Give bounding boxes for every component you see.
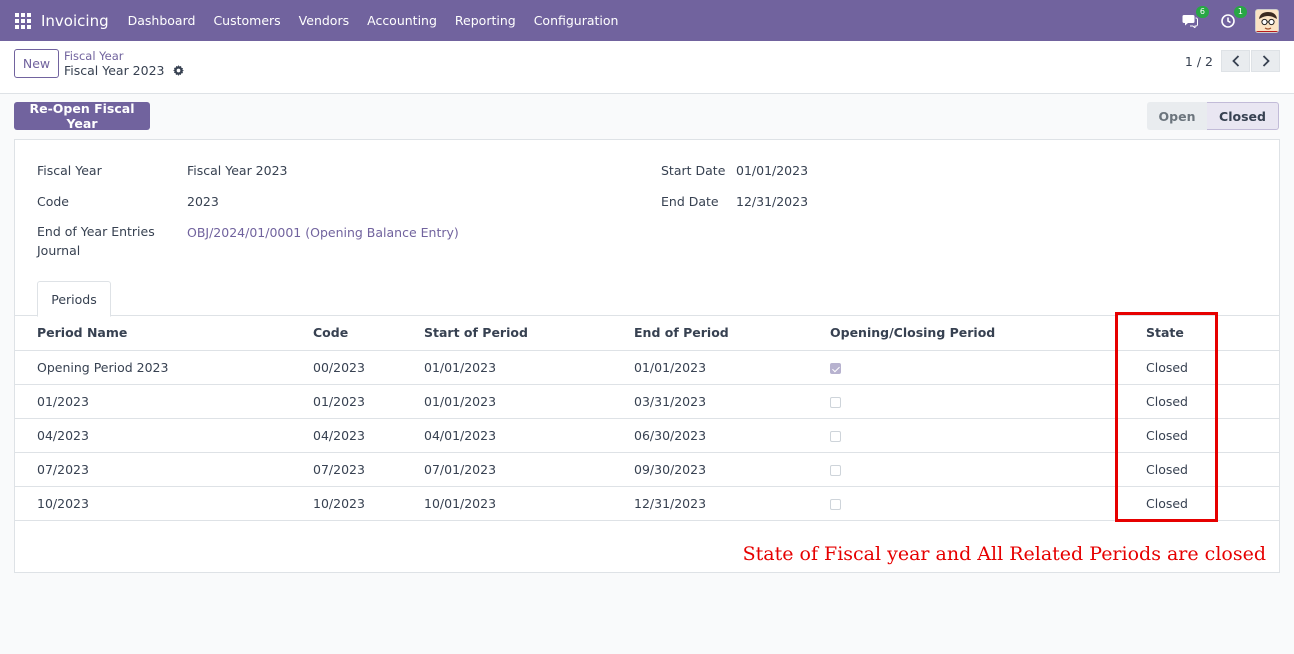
header-opening-closing-period[interactable]: Opening/Closing Period [808,316,1124,351]
tab-periods[interactable]: Periods [37,281,111,317]
status-bar: Open Closed [1147,102,1279,130]
fiscal-year-label: Fiscal Year [37,163,102,178]
header-period-name[interactable]: Period Name [15,316,291,351]
status-closed[interactable]: Closed [1207,102,1279,130]
fiscal-year-value[interactable]: Fiscal Year 2023 [187,163,288,178]
top-navbar: Invoicing Dashboard Customers Vendors Ac… [0,0,1294,41]
status-open[interactable]: Open [1147,102,1207,130]
cell-code: 10/2023 [291,486,402,521]
cell-state: Closed [1124,384,1279,419]
activity-button[interactable]: 1 [1217,5,1247,32]
reopen-fiscal-year-button[interactable]: Re-Open Fiscal Year [14,101,150,131]
cell-code: 04/2023 [291,418,402,453]
apps-grid-icon[interactable] [15,12,31,29]
cell-start: 10/01/2023 [402,486,612,521]
cell-end: 03/31/2023 [612,384,808,419]
table-row[interactable]: Opening Period 2023 00/2023 01/01/2023 0… [15,350,1279,385]
chevron-right-icon [1262,55,1270,67]
control-panel: New Fiscal Year Fiscal Year 2023 1 / 2 [0,41,1294,94]
table-row[interactable]: 01/2023 01/2023 01/01/2023 03/31/2023 Cl… [15,384,1279,419]
opening-period-checkbox[interactable] [830,430,841,442]
opening-period-checkbox[interactable] [830,362,841,374]
cell-state: Closed [1124,486,1279,521]
cell-state: Closed [1124,452,1279,487]
breadcrumb-fiscal-year[interactable]: Fiscal Year [64,49,124,63]
form-sheet: Fiscal Year Fiscal Year 2023 Code 2023 E… [14,139,1280,573]
header-state[interactable]: State [1124,316,1279,351]
cell-code: 01/2023 [291,384,402,419]
header-start-of-period[interactable]: Start of Period [402,316,612,351]
messages-badge: 6 [1195,5,1209,18]
cell-state: Closed [1124,350,1279,385]
journal-label-line2: Journal [37,243,81,258]
journal-value-link[interactable]: OBJ/2024/01/0001 (Opening Balance Entry) [187,225,459,240]
notebook-tabs: Periods [15,281,1279,317]
gear-icon[interactable] [172,65,184,76]
app-name[interactable]: Invoicing [41,12,109,30]
start-date-label: Start Date [661,163,726,178]
end-date-value[interactable]: 12/31/2023 [736,194,808,209]
messages-button[interactable]: 6 [1179,5,1209,32]
end-date-label: End Date [661,194,719,209]
cell-code: 07/2023 [291,452,402,487]
record-title-text: Fiscal Year 2023 [64,63,165,78]
chat-icon [1182,14,1198,28]
cell-period-name: 07/2023 [15,452,291,487]
pager-value[interactable]: 1 / 2 [1185,54,1213,69]
opening-period-checkbox[interactable] [830,498,841,510]
menu-accounting[interactable]: Accounting [358,13,446,28]
cell-code: 00/2023 [291,350,402,385]
table-row[interactable]: 10/2023 10/2023 10/01/2023 12/31/2023 Cl… [15,486,1279,521]
record-title: Fiscal Year 2023 [64,63,184,78]
cell-end: 06/30/2023 [612,418,808,453]
cell-start: 01/01/2023 [402,350,612,385]
pager-previous-button[interactable] [1221,50,1250,72]
user-avatar[interactable] [1255,8,1279,33]
chevron-left-icon [1231,55,1239,67]
cell-state: Closed [1124,418,1279,453]
code-label: Code [37,194,70,209]
annotation-text: State of Fiscal year and All Related Per… [742,543,1266,565]
table-row[interactable]: 04/2023 04/2023 04/01/2023 06/30/2023 Cl… [15,418,1279,453]
cell-opening [808,452,1124,487]
cell-opening [808,418,1124,453]
opening-period-checkbox[interactable] [830,464,841,476]
systray: 6 1 [1179,0,1294,41]
header-end-of-period[interactable]: End of Period [612,316,808,351]
menu-dashboard[interactable]: Dashboard [119,13,205,28]
cell-start: 01/01/2023 [402,384,612,419]
new-button[interactable]: New [14,49,59,78]
periods-table: Period Name Code Start of Period End of … [15,316,1279,521]
cell-end: 09/30/2023 [612,452,808,487]
pager-next-button[interactable] [1251,50,1280,72]
cell-end: 01/01/2023 [612,350,808,385]
journal-label-line1: End of Year Entries [37,224,155,239]
cell-start: 04/01/2023 [402,418,612,453]
cell-end: 12/31/2023 [612,486,808,521]
table-header-row: Period Name Code Start of Period End of … [15,316,1279,351]
clock-icon [1221,13,1235,28]
main-menu: Dashboard Customers Vendors Accounting R… [119,13,628,28]
table-row[interactable]: 07/2023 07/2023 07/01/2023 09/30/2023 Cl… [15,452,1279,487]
cell-opening [808,350,1124,385]
cell-period-name: 10/2023 [15,486,291,521]
menu-customers[interactable]: Customers [204,13,289,28]
opening-period-checkbox[interactable] [830,396,841,408]
menu-configuration[interactable]: Configuration [525,13,628,28]
menu-reporting[interactable]: Reporting [446,13,525,28]
activity-badge: 1 [1233,5,1247,18]
cell-opening [808,384,1124,419]
start-date-value[interactable]: 01/01/2023 [736,163,808,178]
cell-period-name: 04/2023 [15,418,291,453]
cell-period-name: 01/2023 [15,384,291,419]
user-avatar-icon [1256,9,1278,32]
cell-period-name: Opening Period 2023 [15,350,291,385]
pager: 1 / 2 [1185,50,1280,72]
cell-opening [808,486,1124,521]
cell-start: 07/01/2023 [402,452,612,487]
menu-vendors[interactable]: Vendors [290,13,358,28]
code-value[interactable]: 2023 [187,194,219,209]
header-code[interactable]: Code [291,316,402,351]
